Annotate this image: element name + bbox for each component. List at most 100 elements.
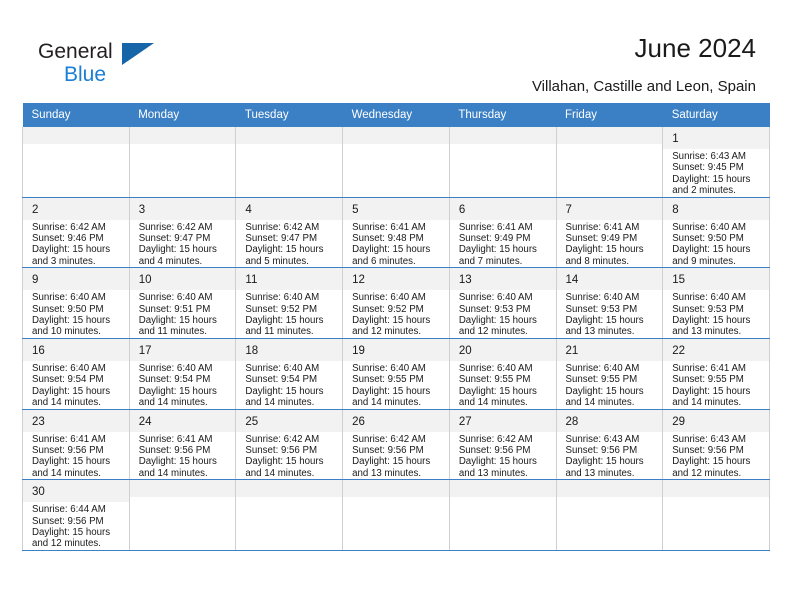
day-number-band <box>343 127 449 144</box>
calendar-day-cell[interactable]: 12 Sunrise: 6:40 AM Sunset: 9:52 PM Dayligh… <box>342 267 450 339</box>
sunrise-text: Sunrise: 6:41 AM <box>32 433 106 445</box>
calendar-day-cell[interactable]: 7 Sunrise: 6:41 AM Sunset: 9:49 PM Daylight… <box>555 197 664 269</box>
calendar-page: General Blue June 2024 Villahan, Castill… <box>0 0 792 612</box>
calendar-day-cell-empty <box>448 127 557 198</box>
calendar-day-cell-empty <box>128 479 237 551</box>
day-details: Sunrise: 6:41 AM Sunset: 9:56 PM Daylight:… <box>130 432 236 480</box>
daylight-text: Daylight: 15 hours and 5 minutes. <box>245 244 324 267</box>
calendar-day-cell-empty <box>662 479 770 551</box>
day-number: 10 <box>138 274 152 287</box>
calendar-day-cell[interactable]: 30 Sunrise: 6:44 AM Sunset: 9:56 PM Dayligh… <box>22 479 130 551</box>
sunrise-text: Sunrise: 6:40 AM <box>672 221 746 233</box>
calendar-day-cell[interactable]: 8 Sunrise: 6:40 AM Sunset: 9:50 PM Daylight… <box>662 197 770 269</box>
daylight-text: Daylight: 15 hours and 14 minutes. <box>352 385 431 409</box>
daylight-text: Daylight: 15 hours and 13 minutes. <box>565 315 644 338</box>
calendar-day-cell[interactable]: 5 Sunrise: 6:41 AM Sunset: 9:48 PM Daylight… <box>342 197 450 269</box>
calendar-day-cell[interactable]: 4 Sunrise: 6:42 AM Sunset: 9:47 PM Daylight… <box>235 197 344 269</box>
sunrise-text: Sunrise: 6:40 AM <box>138 292 213 304</box>
day-number-band: 27 <box>449 409 556 432</box>
sunset-text: Sunset: 9:56 PM <box>565 444 638 456</box>
calendar-day-cell[interactable]: 20 Sunrise: 6:40 AM Sunset: 9:55 PM Dayligh… <box>448 338 557 410</box>
calendar-day-cell[interactable]: 10 Sunrise: 6:40 AM Sunset: 9:51 PM Dayligh… <box>128 267 237 339</box>
day-number-band <box>236 127 343 144</box>
calendar-week-row: 1 Sunrise: 6:43 AM Sunset: 9:45 PM Daylight… <box>22 127 770 198</box>
calendar-day-cell[interactable]: 18 Sunrise: 6:40 AM Sunset: 9:54 PM Dayligh… <box>235 338 344 410</box>
day-number-band <box>663 480 769 498</box>
calendar-day-cell[interactable]: 1 Sunrise: 6:43 AM Sunset: 9:45 PM Daylight… <box>662 127 770 198</box>
calendar-day-cell[interactable]: 23 Sunrise: 6:41 AM Sunset: 9:56 PM Dayligh… <box>22 409 130 481</box>
day-number: 25 <box>245 415 259 428</box>
calendar-day-cell[interactable]: 14 Sunrise: 6:40 AM Sunset: 9:53 PM Dayligh… <box>555 267 664 339</box>
daylight-text: Daylight: 15 hours and 13 minutes. <box>458 456 537 479</box>
logo-triangle-icon <box>122 43 154 65</box>
calendar-week-row: 16 Sunrise: 6:40 AM Sunset: 9:54 PM Dayligh… <box>22 338 770 410</box>
sunset-text: Sunset: 9:52 PM <box>245 303 318 315</box>
sunrise-text: Sunrise: 6:43 AM <box>565 433 640 445</box>
calendar-day-cell[interactable]: 27 Sunrise: 6:42 AM Sunset: 9:56 PM Dayligh… <box>448 409 557 481</box>
calendar-day-cell[interactable]: 26 Sunrise: 6:42 AM Sunset: 9:56 PM Dayligh… <box>342 409 450 481</box>
day-details: Sunrise: 6:40 AM Sunset: 9:50 PM Daylight:… <box>23 290 129 338</box>
day-number-band: 15 <box>663 268 769 291</box>
day-cell-inner: 25 Sunrise: 6:42 AM Sunset: 9:56 PM Dayligh… <box>236 409 343 480</box>
day-cell-inner: 17 Sunrise: 6:40 AM Sunset: 9:54 PM Dayligh… <box>129 338 236 409</box>
day-cell-inner <box>129 480 236 550</box>
day-details: Sunrise: 6:40 AM Sunset: 9:53 PM Daylight:… <box>557 290 663 338</box>
daylight-text: Daylight: 15 hours and 11 minutes. <box>245 315 324 338</box>
calendar-day-cell[interactable]: 25 Sunrise: 6:42 AM Sunset: 9:56 PM Dayligh… <box>235 409 344 481</box>
day-number-band: 23 <box>23 409 129 432</box>
calendar-day-cell[interactable]: 28 Sunrise: 6:43 AM Sunset: 9:56 PM Dayligh… <box>555 409 664 481</box>
calendar-day-cell[interactable]: 19 Sunrise: 6:40 AM Sunset: 9:55 PM Dayligh… <box>342 338 450 410</box>
sunrise-text: Sunrise: 6:43 AM <box>672 433 746 445</box>
sunrise-text: Sunrise: 6:40 AM <box>32 362 106 374</box>
day-number-band: 21 <box>556 338 663 361</box>
sunset-text: Sunset: 9:55 PM <box>458 374 531 386</box>
logo-text-general: General <box>38 40 113 63</box>
calendar-day-cell[interactable]: 16 Sunrise: 6:40 AM Sunset: 9:54 PM Dayligh… <box>22 338 130 410</box>
day-details: Sunrise: 6:42 AM Sunset: 9:46 PM Daylight:… <box>23 220 129 268</box>
sunrise-text: Sunrise: 6:40 AM <box>245 362 320 374</box>
calendar-day-cell[interactable]: 9 Sunrise: 6:40 AM Sunset: 9:50 PM Daylight… <box>22 267 130 339</box>
day-cell-inner: 8 Sunrise: 6:40 AM Sunset: 9:50 PM Daylight… <box>663 197 769 268</box>
sunrise-text: Sunrise: 6:40 AM <box>32 292 106 304</box>
day-details: Sunrise: 6:42 AM Sunset: 9:56 PM Daylight:… <box>343 432 449 480</box>
day-number-band <box>343 480 449 498</box>
day-cell-inner: 21 Sunrise: 6:40 AM Sunset: 9:55 PM Dayligh… <box>556 338 663 409</box>
weekday-header-wednesday: Wednesday <box>342 103 450 127</box>
general-blue-logo[interactable]: General Blue <box>38 40 178 92</box>
day-cell-inner: 26 Sunrise: 6:42 AM Sunset: 9:56 PM Dayligh… <box>343 409 449 480</box>
calendar-day-cell[interactable]: 2 Sunrise: 6:42 AM Sunset: 9:46 PM Daylight… <box>22 197 130 269</box>
calendar-day-cell[interactable]: 17 Sunrise: 6:40 AM Sunset: 9:54 PM Dayligh… <box>128 338 237 410</box>
day-number-band <box>129 127 236 144</box>
daylight-text: Daylight: 15 hours and 4 minutes. <box>138 244 217 267</box>
calendar-day-cell[interactable]: 11 Sunrise: 6:40 AM Sunset: 9:52 PM Dayligh… <box>235 267 344 339</box>
calendar-day-cell[interactable]: 22 Sunrise: 6:41 AM Sunset: 9:55 PM Dayligh… <box>662 338 770 410</box>
sunset-text: Sunset: 9:56 PM <box>458 444 531 456</box>
day-number: 15 <box>672 274 686 287</box>
calendar-day-cell[interactable]: 21 Sunrise: 6:40 AM Sunset: 9:55 PM Dayligh… <box>555 338 664 410</box>
day-number: 20 <box>458 344 472 357</box>
day-cell-inner <box>236 480 343 550</box>
day-details: Sunrise: 6:41 AM Sunset: 9:48 PM Daylight:… <box>343 220 449 268</box>
day-number-band: 4 <box>236 197 343 220</box>
sunrise-text: Sunrise: 6:40 AM <box>565 292 640 304</box>
day-cell-inner: 10 Sunrise: 6:40 AM Sunset: 9:51 PM Dayligh… <box>129 268 236 338</box>
sunrise-text: Sunrise: 6:42 AM <box>138 221 213 233</box>
day-details: Sunrise: 6:43 AM Sunset: 9:45 PM Daylight:… <box>663 149 769 197</box>
calendar-day-cell[interactable]: 29 Sunrise: 6:43 AM Sunset: 9:56 PM Dayligh… <box>662 409 770 481</box>
calendar-day-cell[interactable]: 3 Sunrise: 6:42 AM Sunset: 9:47 PM Daylight… <box>128 197 237 269</box>
sunset-text: Sunset: 9:47 PM <box>138 233 211 245</box>
calendar-day-cell[interactable]: 13 Sunrise: 6:40 AM Sunset: 9:53 PM Dayligh… <box>448 267 557 339</box>
calendar-day-cell[interactable]: 6 Sunrise: 6:41 AM Sunset: 9:49 PM Daylight… <box>448 197 557 269</box>
sunrise-text: Sunrise: 6:42 AM <box>245 433 320 445</box>
day-number-band: 19 <box>343 338 449 361</box>
weekday-header-row: Sunday Monday Tuesday Wednesday Thursday… <box>22 103 770 127</box>
calendar-day-cell[interactable]: 15 Sunrise: 6:40 AM Sunset: 9:53 PM Dayligh… <box>662 267 770 339</box>
sunset-text: Sunset: 9:52 PM <box>352 303 424 315</box>
weekday-header-sunday: Sunday <box>22 103 130 127</box>
sunrise-text: Sunrise: 6:43 AM <box>672 151 746 162</box>
day-number-band: 22 <box>663 338 769 361</box>
day-number-band: 18 <box>236 338 343 361</box>
day-number: 18 <box>245 344 259 357</box>
calendar-day-cell[interactable]: 24 Sunrise: 6:41 AM Sunset: 9:56 PM Dayligh… <box>128 409 237 481</box>
day-details: Sunrise: 6:40 AM Sunset: 9:55 PM Daylight:… <box>557 361 663 409</box>
